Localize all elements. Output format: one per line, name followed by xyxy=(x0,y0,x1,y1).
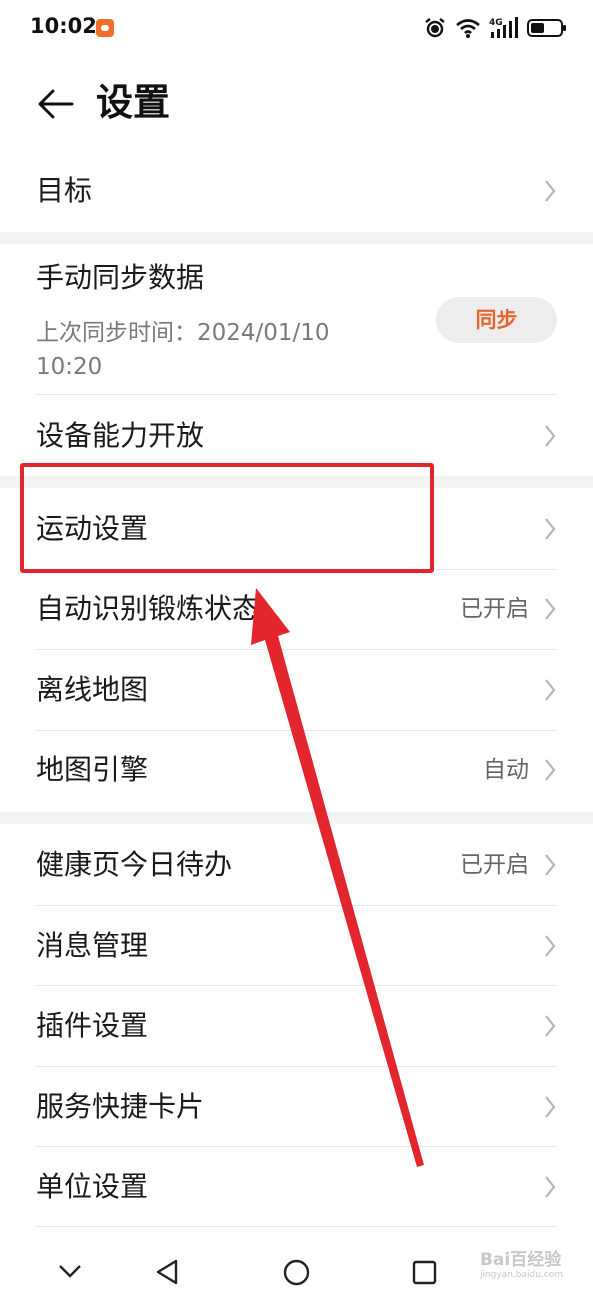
section-goal: 目标 xyxy=(0,150,593,232)
divider xyxy=(36,1146,557,1147)
divider xyxy=(36,985,557,986)
watermark: Bai百经验 jingyan.baidu.com xyxy=(480,1245,563,1280)
status-icons: 4G xyxy=(423,14,566,42)
chevron-right-icon xyxy=(545,1096,556,1118)
chevron-right-icon xyxy=(545,679,556,701)
chevron-right-icon xyxy=(545,518,556,540)
highlight-box xyxy=(20,463,434,573)
sync-row: 手动同步数据 上次同步时间：2024/01/10 10:20 同步 xyxy=(36,258,557,398)
menu-item-label: 自动识别锻炼状态 xyxy=(36,592,261,625)
back-triangle-icon[interactable] xyxy=(154,1258,180,1286)
wifi-icon xyxy=(456,19,480,38)
menu-item-label: 离线地图 xyxy=(36,673,149,706)
section-gap xyxy=(0,812,593,824)
menu-item-service-cards[interactable]: 服务快捷卡片 xyxy=(36,1089,557,1125)
divider xyxy=(36,730,557,731)
menu-item-plugin-settings[interactable]: 插件设置 xyxy=(36,1008,557,1044)
menu-item-unit-settings[interactable]: 单位设置 xyxy=(36,1169,557,1205)
chevron-right-icon xyxy=(545,1015,556,1037)
chevron-right-icon xyxy=(545,854,556,876)
status-bar: 10:02 4G xyxy=(0,0,593,56)
menu-item-device-capability[interactable]: 设备能力开放 xyxy=(36,418,557,454)
signal-icon: 4G xyxy=(489,17,518,38)
header: 设置 xyxy=(0,70,593,140)
divider xyxy=(36,1066,557,1067)
menu-item-message-management[interactable]: 消息管理 xyxy=(36,928,557,964)
menu-item-label: 设备能力开放 xyxy=(36,419,205,452)
menu-item-label: 消息管理 xyxy=(36,929,149,962)
menu-item-label: 插件设置 xyxy=(36,1009,149,1042)
network-type-label: 4G xyxy=(489,18,503,28)
chevron-right-icon xyxy=(545,935,556,957)
divider xyxy=(36,649,557,650)
menu-item-label: 目标 xyxy=(36,174,93,207)
chevron-right-icon xyxy=(545,425,556,447)
home-circle-icon[interactable] xyxy=(283,1259,310,1286)
sync-subtitle: 上次同步时间：2024/01/10 10:20 xyxy=(36,320,330,380)
menu-item-label: 地图引擎 xyxy=(36,753,149,786)
back-arrow-icon[interactable] xyxy=(36,84,76,124)
battery-icon xyxy=(527,19,566,37)
chevron-right-icon xyxy=(545,759,556,781)
menu-item-label: 服务快捷卡片 xyxy=(36,1090,205,1123)
divider xyxy=(36,905,557,906)
status-time: 10:02 xyxy=(30,14,97,38)
menu-item-value: 已开启 xyxy=(460,852,529,878)
recents-square-icon[interactable] xyxy=(412,1260,437,1285)
watermark-main: Bai百经验 xyxy=(479,1250,562,1270)
menu-item-value: 已开启 xyxy=(460,596,529,622)
page-title: 设置 xyxy=(96,81,170,124)
menu-item-map-engine[interactable]: 地图引擎 自动 xyxy=(36,752,557,788)
hide-keyboard-chevron-icon[interactable] xyxy=(58,1264,82,1278)
sync-title: 手动同步数据 xyxy=(36,261,205,294)
divider xyxy=(36,394,557,395)
alarm-icon xyxy=(425,18,445,38)
sync-button[interactable]: 同步 xyxy=(436,297,557,343)
menu-item-label: 单位设置 xyxy=(36,1170,149,1203)
menu-item-goal[interactable]: 目标 xyxy=(36,173,557,209)
menu-item-label: 健康页今日待办 xyxy=(36,848,233,881)
menu-item-health-todo[interactable]: 健康页今日待办 已开启 xyxy=(36,847,557,883)
watermark-sub: jingyan.baidu.com xyxy=(479,1270,563,1280)
section-gap xyxy=(0,232,593,244)
chevron-right-icon xyxy=(545,598,556,620)
menu-item-value: 自动 xyxy=(483,757,529,783)
menu-item-offline-map[interactable]: 离线地图 xyxy=(36,672,557,708)
menu-item-auto-detect[interactable]: 自动识别锻炼状态 已开启 xyxy=(36,591,557,627)
section-misc: 健康页今日待办 已开启 消息管理 插件设置 服务快捷卡片 单位设置 xyxy=(0,824,593,1234)
chevron-right-icon xyxy=(545,1176,556,1198)
app-notification-icon xyxy=(96,19,114,37)
section-sync: 手动同步数据 上次同步时间：2024/01/10 10:20 同步 设备能力开放 xyxy=(0,244,593,476)
divider xyxy=(36,1226,557,1227)
chevron-right-icon xyxy=(545,180,556,202)
